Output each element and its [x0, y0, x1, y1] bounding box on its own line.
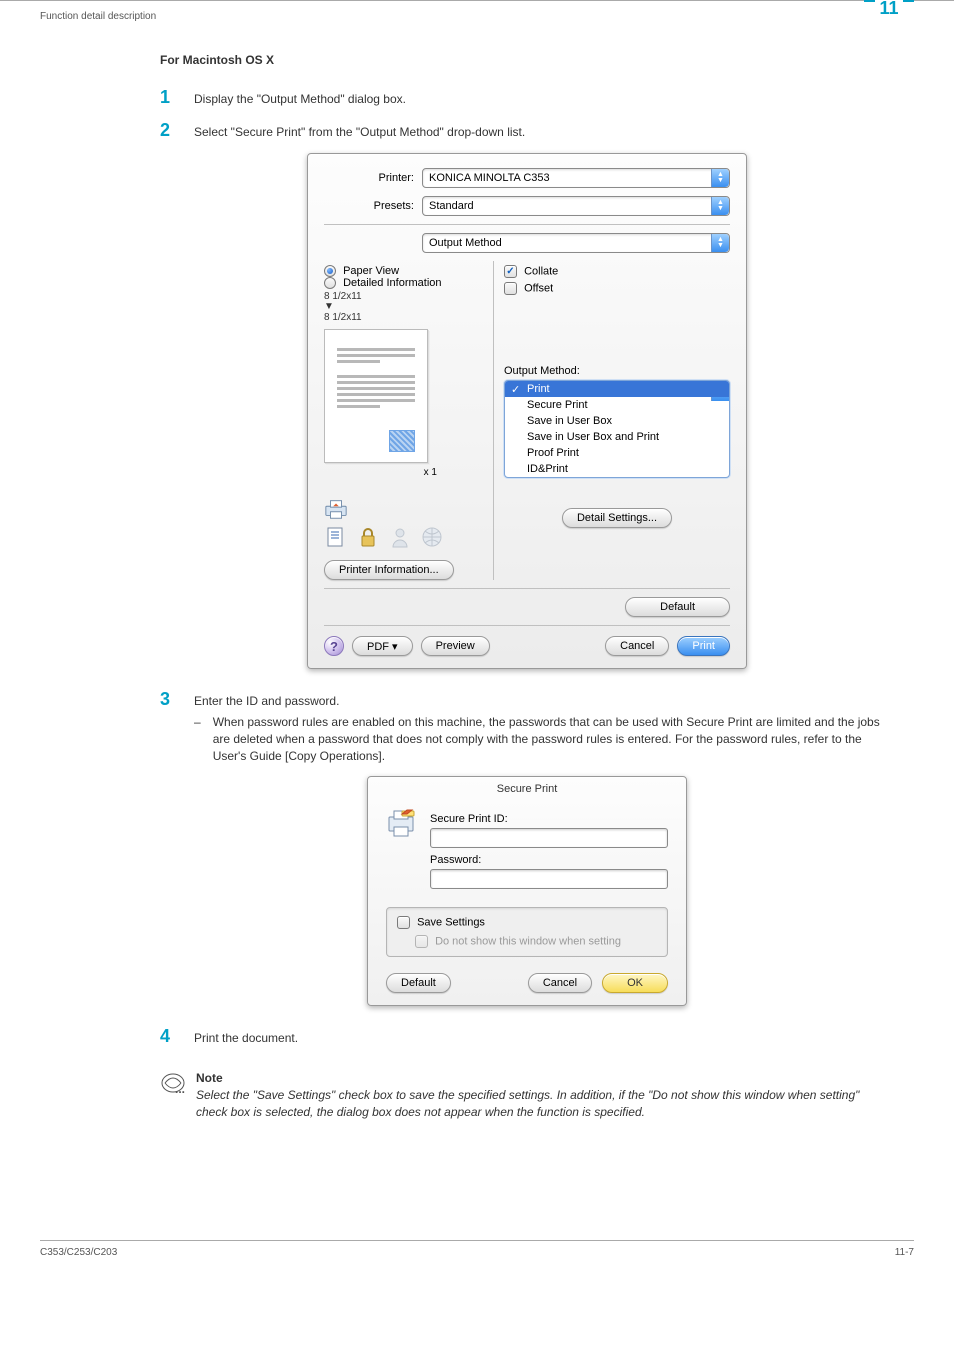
secure-ok-button[interactable]: OK — [602, 973, 668, 993]
offset-label: Offset — [524, 282, 553, 294]
step-4-number: 4 — [160, 1026, 176, 1047]
step-1-text: Display the "Output Method" dialog box. — [194, 91, 894, 108]
step-3-number: 3 — [160, 689, 176, 710]
step-2-text: Select "Secure Print" from the "Output M… — [194, 124, 894, 141]
note-title: Note — [196, 1071, 894, 1085]
user-dim-icon — [388, 526, 412, 548]
step-3: 3 Enter the ID and password. – When pass… — [160, 689, 894, 764]
collate-label: Collate — [524, 265, 558, 277]
presets-select-value: Standard — [429, 200, 474, 212]
presets-select[interactable]: Standard ▲▼ — [422, 196, 730, 216]
paper-size-top: 8 1/2x11 — [324, 291, 485, 302]
checkbox-icon — [397, 916, 410, 929]
printer-select-value: KONICA MINOLTA C353 — [429, 172, 550, 184]
secure-default-button[interactable]: Default — [386, 973, 451, 993]
default-button[interactable]: Default — [625, 597, 730, 617]
svg-text:...: ... — [175, 1082, 185, 1095]
secure-print-password-input[interactable] — [430, 869, 668, 889]
pane-select-value: Output Method — [429, 237, 502, 249]
do-not-show-label: Do not show this window when setting — [435, 936, 621, 948]
chapter-badge: 11 — [864, 0, 914, 23]
note-text: Select the "Save Settings" check box to … — [196, 1087, 894, 1119]
print-dialog: Printer: KONICA MINOLTA C353 ▲▼ Presets:… — [307, 153, 747, 669]
radio-icon — [324, 277, 336, 289]
presets-label: Presets: — [324, 200, 414, 212]
offset-row[interactable]: Offset — [504, 282, 730, 295]
step-3-text: Enter the ID and password. — [194, 693, 894, 710]
select-chevron-icon: ▲▼ — [711, 169, 729, 187]
radio-selected-icon — [324, 265, 336, 277]
save-settings-row[interactable]: Save Settings — [397, 916, 657, 929]
note-icon: ... — [160, 1071, 186, 1119]
cancel-button[interactable]: Cancel — [605, 636, 669, 656]
footer-model: C353/C253/C203 — [40, 1247, 117, 1258]
printer-label: Printer: — [324, 172, 414, 184]
chapter-number: 11 — [875, 0, 902, 18]
preview-button[interactable]: Preview — [421, 636, 490, 656]
document-stack-icon — [324, 526, 348, 548]
pdf-menu-button[interactable]: PDF ▾ — [352, 636, 413, 656]
collate-row[interactable]: Collate — [504, 265, 730, 278]
copies-count: x 1 — [324, 467, 485, 478]
output-method-popup[interactable]: ▲▼ Print Secure Print Save in User Box S… — [504, 380, 730, 478]
section-name: Function detail description — [40, 11, 156, 22]
secure-print-id-input[interactable] — [430, 828, 668, 848]
secure-print-id-label: Secure Print ID: — [430, 813, 668, 825]
secure-cancel-button[interactable]: Cancel — [528, 973, 592, 993]
step-3-bullet-text: When password rules are enabled on this … — [213, 714, 894, 764]
help-icon[interactable]: ? — [324, 636, 344, 656]
popup-item-save-user-box-and-print[interactable]: Save in User Box and Print — [505, 429, 729, 445]
popup-item-print[interactable]: Print — [505, 381, 729, 397]
checkbox-disabled-icon — [415, 935, 428, 948]
detailed-info-radio-row[interactable]: Detailed Information — [324, 277, 485, 289]
printer-information-button[interactable]: Printer Information... — [324, 560, 454, 580]
popup-item-proof-print[interactable]: Proof Print — [505, 445, 729, 461]
arrow-down-icon: ▼ — [324, 304, 485, 310]
footer-page-number: 11-7 — [895, 1247, 914, 1258]
step-2: 2 Select "Secure Print" from the "Output… — [160, 120, 894, 141]
secure-print-dialog: Secure Print Secure Print ID: — [367, 776, 687, 1006]
step-1: 1 Display the "Output Method" dialog box… — [160, 87, 894, 108]
step-4-text: Print the document. — [194, 1030, 894, 1047]
globe-dim-icon — [420, 526, 444, 548]
checkbox-checked-icon — [504, 265, 517, 278]
select-chevron-icon: ▲▼ — [711, 197, 729, 215]
paper-view-label: Paper View — [343, 265, 399, 277]
pane-select[interactable]: Output Method ▲▼ — [422, 233, 730, 253]
subsection-heading: For Macintosh OS X — [160, 53, 894, 67]
save-settings-label: Save Settings — [417, 917, 485, 929]
popup-item-secure-print[interactable]: Secure Print — [505, 397, 729, 413]
printer-icon — [324, 498, 348, 520]
step-1-number: 1 — [160, 87, 176, 108]
popup-item-save-user-box[interactable]: Save in User Box — [505, 413, 729, 429]
page-preview-thumbnail — [324, 329, 428, 463]
step-4: 4 Print the document. — [160, 1026, 894, 1047]
step-2-number: 2 — [160, 120, 176, 141]
lock-icon — [356, 526, 380, 548]
popup-item-id-and-print[interactable]: ID&Print — [505, 461, 729, 477]
output-method-label: Output Method: — [504, 365, 730, 377]
print-button[interactable]: Print — [677, 636, 730, 656]
bullet-dash: – — [194, 714, 201, 764]
paper-view-radio-row[interactable]: Paper View — [324, 265, 485, 277]
do-not-show-row: Do not show this window when setting — [397, 935, 657, 948]
checkbox-icon — [504, 282, 517, 295]
printer-select[interactable]: KONICA MINOLTA C353 ▲▼ — [422, 168, 730, 188]
select-chevron-icon: ▲▼ — [711, 234, 729, 252]
detailed-info-label: Detailed Information — [343, 277, 441, 289]
secure-print-password-label: Password: — [430, 854, 668, 866]
secure-print-icon — [386, 807, 420, 837]
secure-print-title: Secure Print — [368, 777, 686, 799]
detail-settings-button[interactable]: Detail Settings... — [562, 508, 672, 528]
paper-size-bottom: 8 1/2x11 — [324, 312, 485, 323]
